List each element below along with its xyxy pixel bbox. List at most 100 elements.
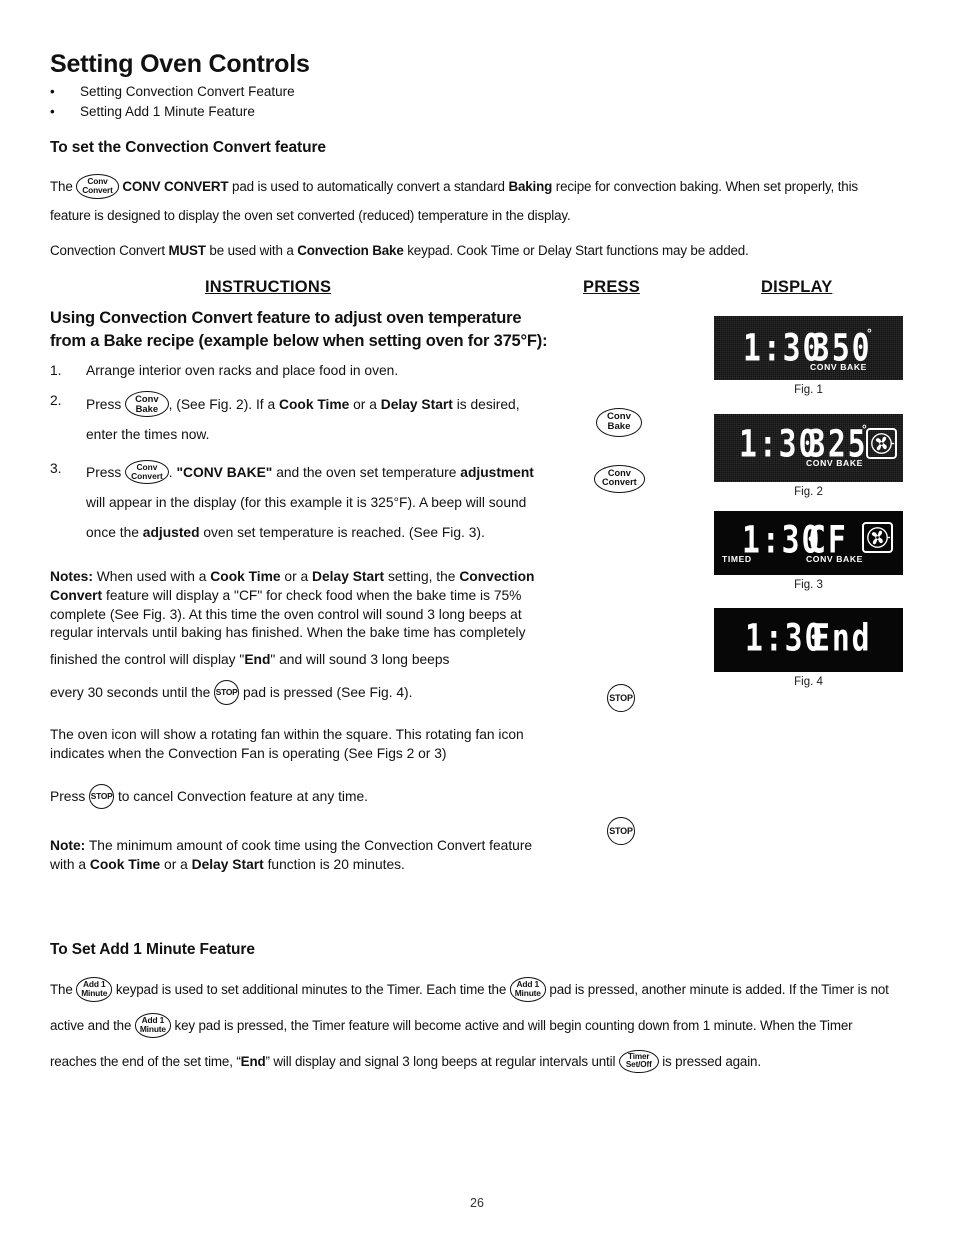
paragraph-note-minimum: Note: The minimum amount of cook time us… bbox=[50, 837, 550, 875]
column-header-display: DISPLAY bbox=[761, 278, 833, 296]
document-page: Setting Oven Controls • Setting Convecti… bbox=[0, 0, 954, 1239]
indicator-conv-bake: CONV BAKE bbox=[810, 362, 867, 372]
convection-fan-icon bbox=[862, 522, 893, 553]
notes-bold-delay-start: Delay Start bbox=[312, 569, 385, 584]
conv-convert-pad-icon[interactable]: Conv Convert bbox=[594, 465, 645, 493]
notes-bold-end: End bbox=[244, 652, 271, 668]
intro-text-4: Baking bbox=[508, 179, 553, 194]
convection-fan-icon bbox=[866, 428, 897, 459]
notes-text-2: or a bbox=[284, 569, 309, 584]
note-min-text-2: or a bbox=[164, 856, 188, 872]
cancel-text-2: to cancel Convection feature at any time… bbox=[117, 788, 368, 804]
list-item: • Setting Convection Convert Feature bbox=[50, 82, 550, 102]
section-heading-convection-convert: To set the Convection Convert feature bbox=[50, 139, 326, 156]
press-conv-bake-pad[interactable]: Conv Bake bbox=[596, 408, 642, 438]
list-item: • Setting Add 1 Minute Feature bbox=[50, 102, 550, 122]
press-conv-convert-pad[interactable]: Conv Convert bbox=[594, 465, 645, 494]
notes-label: Notes: bbox=[50, 569, 93, 584]
instruction-step-3: 3. Press Conv Convert . "CONV BAKE" and t… bbox=[50, 458, 550, 548]
display-figure-3: 1:30 CF TIMED CONV BAKE Fig. 3 bbox=[714, 511, 903, 591]
must-text-5: keypad. Cook Time or Delay Start functio… bbox=[407, 243, 749, 258]
bullet-label: Setting Add 1 Minute Feature bbox=[80, 104, 255, 119]
paragraph-fan-icon: The oven icon will show a rotating fan w… bbox=[50, 727, 524, 761]
oven-display-screen: 1:30 End bbox=[714, 608, 903, 672]
stop-pad-icon[interactable]: STOP bbox=[607, 684, 635, 712]
oven-display-screen: 1:30 325 ° CONV BAKE bbox=[714, 414, 903, 482]
figure-caption: Fig. 1 bbox=[794, 384, 823, 396]
stop-pad-icon[interactable]: STOP bbox=[607, 817, 635, 845]
paragraph-convert-must: Convection Convert MUST be used with a C… bbox=[50, 236, 895, 265]
step-number: 3. bbox=[50, 461, 62, 476]
add-1-minute-pad-icon: Add 1 Minute bbox=[509, 977, 546, 1002]
note-min-bold-cook-time: Cook Time bbox=[89, 856, 161, 872]
step-number: 2. bbox=[50, 393, 62, 408]
intro-text-2: CONV CONVERT bbox=[122, 179, 229, 194]
indicator-conv-bake: CONV BAKE bbox=[806, 458, 863, 468]
page-number: 26 bbox=[470, 1196, 484, 1210]
figure-caption: Fig. 4 bbox=[794, 676, 823, 688]
indicator-conv-bake: CONV BAKE bbox=[806, 554, 863, 564]
note-min-label: Note: bbox=[50, 837, 86, 853]
step3-press-word: Press bbox=[86, 465, 122, 480]
indicator-timed: TIMED bbox=[722, 554, 752, 564]
timer-set-off-pad-icon: Timer Set/Off bbox=[618, 1049, 659, 1074]
column-header-press: PRESS bbox=[583, 278, 640, 296]
paragraph-convert-intro: The Conv Convert CONV CONVERT pad is used… bbox=[50, 172, 895, 230]
cancel-text-1: Press bbox=[50, 788, 86, 804]
notes-text-3: setting, the bbox=[387, 569, 456, 584]
notes-text-6: every 30 seconds until the bbox=[50, 685, 211, 701]
notes-text-5: " and will sound 3 long beeps bbox=[270, 652, 450, 668]
bullet-icon: • bbox=[50, 104, 55, 119]
step3-bold-adjustment: adjustment bbox=[460, 465, 534, 480]
instructions-lead-in: Using Convection Convert feature to adju… bbox=[50, 309, 548, 350]
step3-bold-adjusted: adjusted bbox=[142, 525, 200, 540]
stop-pad-icon: STOP bbox=[89, 783, 115, 809]
bullet-label: Setting Convection Convert Feature bbox=[80, 84, 295, 99]
add1-text-2: keypad is used to set additional minutes… bbox=[115, 982, 507, 997]
column-header-instructions: INSTRUCTIONS bbox=[205, 278, 332, 296]
oven-display-screen: 1:30 350 ° CONV BAKE bbox=[714, 316, 903, 380]
step3-text-dot: . bbox=[168, 465, 173, 480]
oven-display-screen: 1:30 CF TIMED CONV BAKE bbox=[714, 511, 903, 575]
lcd-status-code: End bbox=[812, 616, 872, 661]
figure-caption: Fig. 3 bbox=[794, 579, 823, 591]
note-min-bold-delay-start: Delay Start bbox=[191, 856, 264, 872]
stop-pad-icon: STOP bbox=[214, 680, 240, 706]
must-text-1: Convection Convert bbox=[50, 243, 165, 258]
add-1-minute-pad-icon: Add 1 Minute bbox=[134, 1013, 171, 1038]
notes-text-1: When used with a bbox=[96, 569, 207, 584]
degree-icon: ° bbox=[867, 326, 872, 340]
conv-convert-pad-icon: Conv Convert bbox=[125, 460, 169, 485]
step-text: Arrange interior oven racks and place fo… bbox=[86, 363, 399, 378]
section-heading-add-1-minute: To Set Add 1 Minute Feature bbox=[50, 941, 255, 958]
step3-text-c: oven set temperature is reached. (See Fi… bbox=[203, 525, 485, 540]
step2-bold-delay-start: Delay Start bbox=[380, 397, 453, 412]
notes-last-line: every 30 seconds until the STOP pad is p… bbox=[50, 680, 412, 706]
add1-text-6: is pressed again. bbox=[662, 1054, 761, 1069]
conv-bake-pad-icon[interactable]: Conv Bake bbox=[596, 408, 642, 437]
press-stop-pad-1[interactable]: STOP bbox=[607, 684, 635, 713]
display-figure-2: 1:30 325 ° CONV BAKE Fig. 2 bbox=[714, 414, 903, 498]
page-title: Setting Oven Controls bbox=[50, 50, 310, 78]
step2-text-a: , (See Fig. 2). If a bbox=[168, 397, 276, 412]
instruction-step-1: 1. Arrange interior oven racks and place… bbox=[50, 360, 550, 382]
figure-caption: Fig. 2 bbox=[794, 486, 823, 498]
press-stop-pad-2[interactable]: STOP bbox=[607, 817, 635, 846]
instructions-column: Using Convection Convert feature to adju… bbox=[50, 307, 550, 874]
must-text-4: Convection Bake bbox=[297, 243, 404, 258]
display-figure-4: 1:30 End Fig. 4 bbox=[714, 608, 903, 688]
add1-text-5: ” will display and signal 3 long beeps a… bbox=[265, 1054, 616, 1069]
add1-bold-end: End bbox=[240, 1054, 266, 1069]
bullet-icon: • bbox=[50, 84, 55, 99]
add1-text-1: The bbox=[50, 982, 73, 997]
note-min-text-3: function is 20 minutes. bbox=[267, 856, 405, 872]
display-figure-1: 1:30 350 ° CONV BAKE Fig. 1 bbox=[714, 316, 903, 396]
step2-press-word: Press bbox=[86, 397, 122, 412]
step-text: Press Conv Bake , (See Fig. 2). If a Cook… bbox=[86, 390, 550, 450]
must-text-2: MUST bbox=[168, 243, 206, 258]
paragraph-notes: Notes: When used with a Cook Time or a D… bbox=[50, 568, 550, 709]
step3-text-a: and the oven set temperature bbox=[276, 465, 457, 480]
conv-convert-pad-icon: Conv Convert bbox=[76, 174, 119, 199]
intro-text-1: The bbox=[50, 179, 73, 194]
step3-bold-conv-bake: "CONV BAKE" bbox=[176, 465, 273, 480]
